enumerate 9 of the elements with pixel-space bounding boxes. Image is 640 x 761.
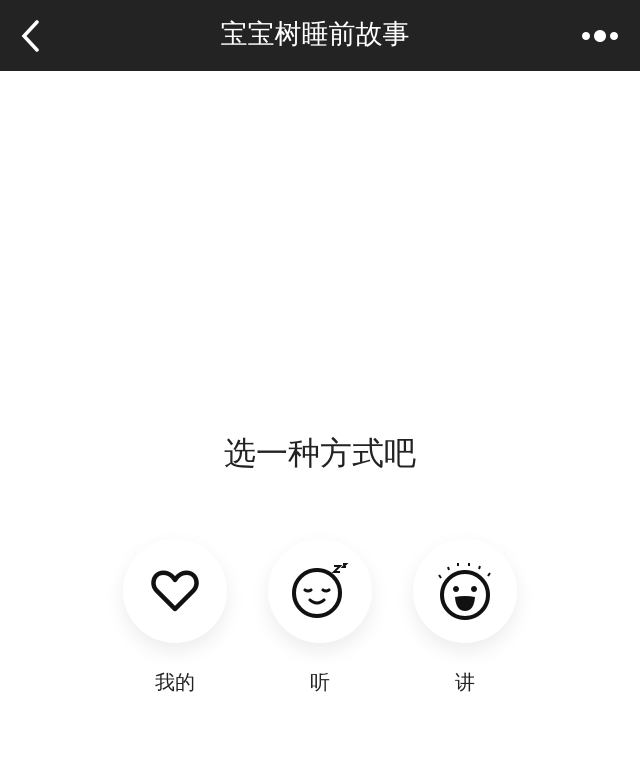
sleeping-face-icon: [291, 563, 349, 619]
page-title: 宝宝树睡前故事: [220, 18, 410, 52]
option-label: 我的: [155, 669, 195, 696]
back-icon: [20, 20, 40, 52]
prompt-text: 选一种方式吧: [224, 433, 416, 474]
option-label: 听: [310, 669, 330, 696]
option-label: 讲: [455, 669, 475, 696]
more-icon: [581, 28, 619, 42]
heart-icon: [151, 569, 199, 613]
